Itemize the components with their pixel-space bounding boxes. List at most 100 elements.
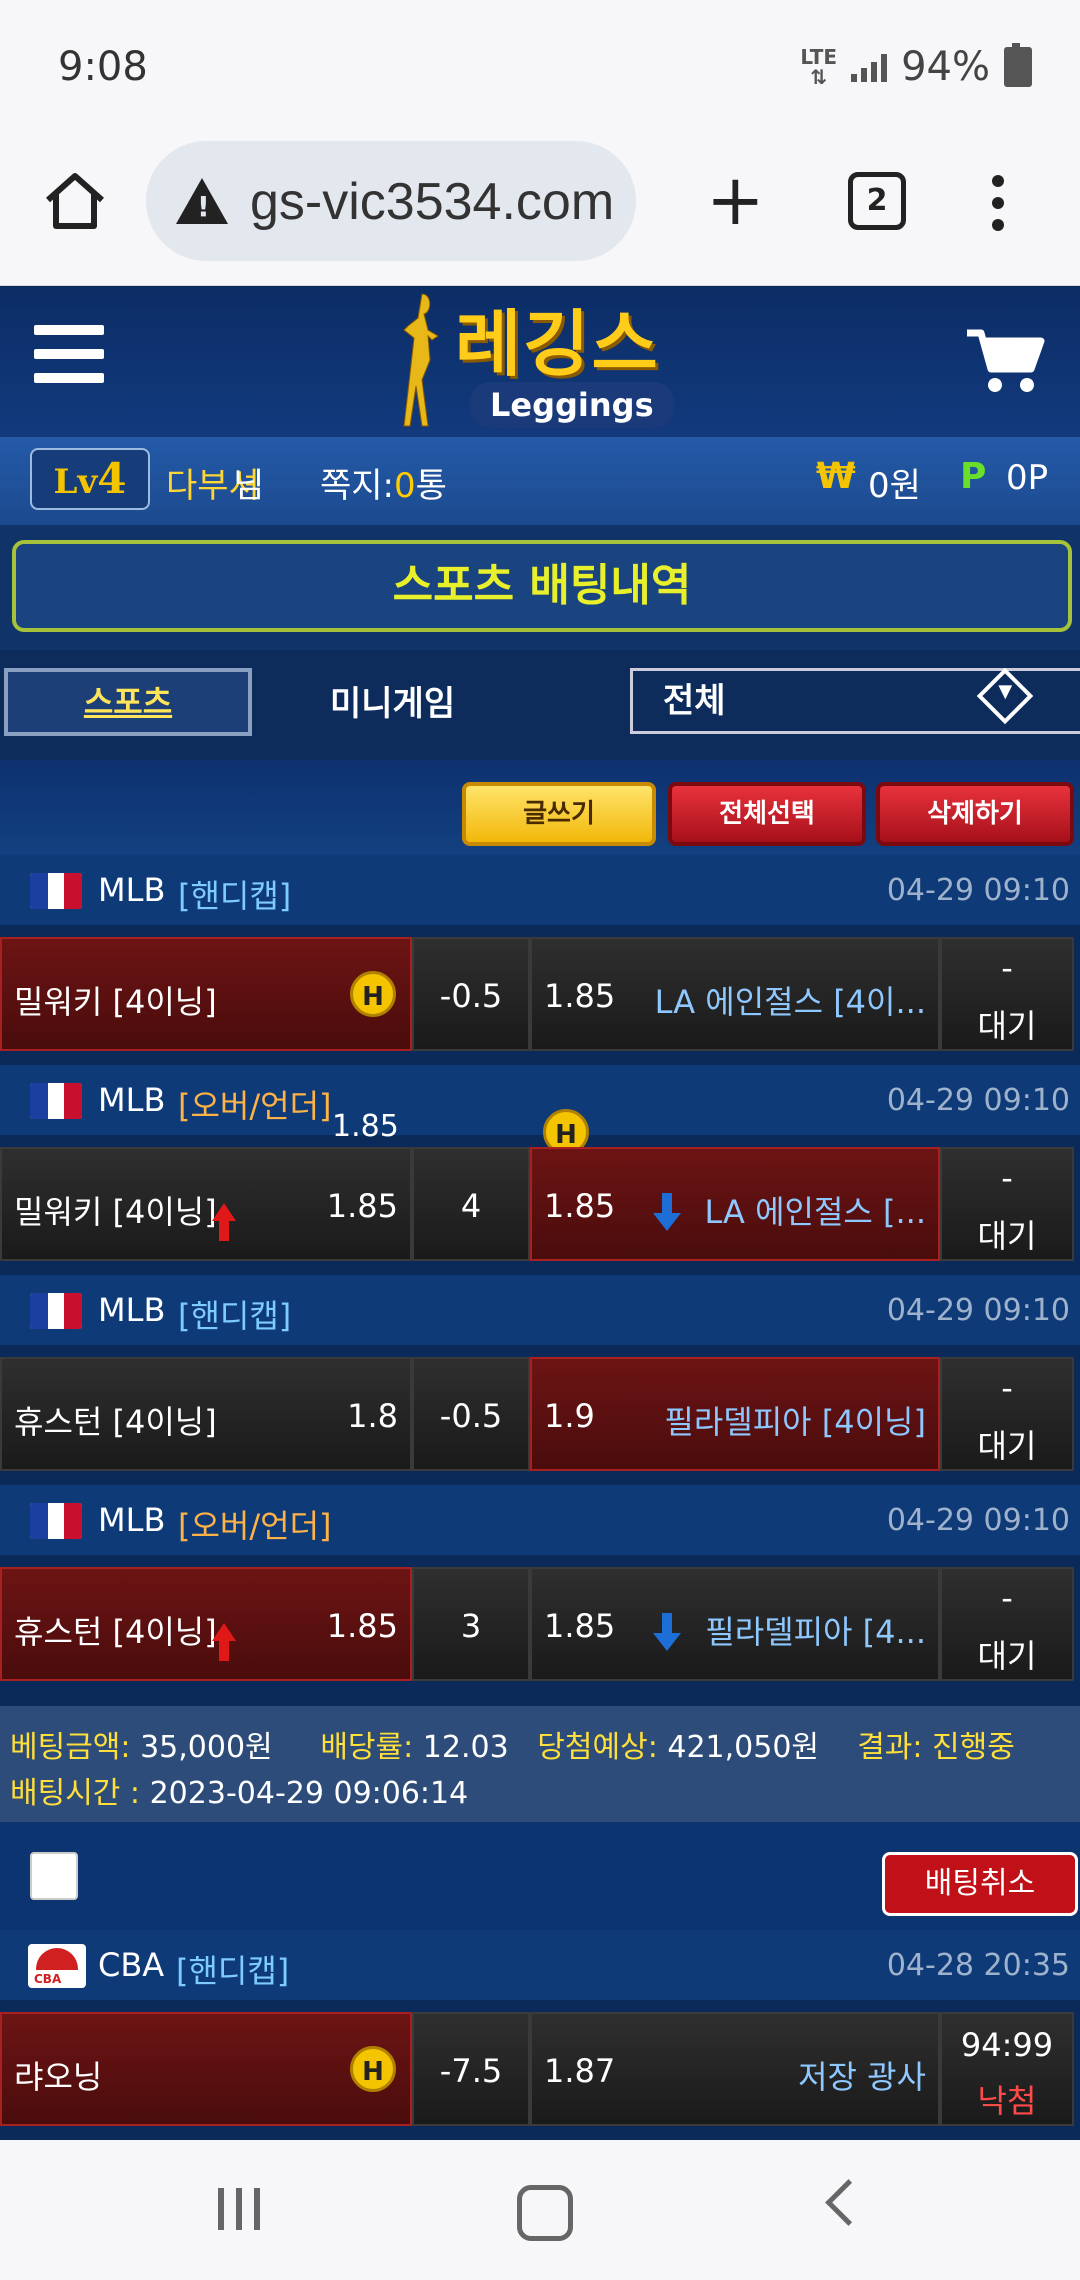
select-checkbox[interactable] (30, 1852, 78, 1900)
line-cell[interactable]: 4 (412, 1147, 530, 1261)
line-cell[interactable]: 3 (412, 1567, 530, 1681)
away-odds: 1.85 (544, 1607, 616, 1645)
status-bar: 9:08 LTE ⇅ 94% (0, 0, 1080, 135)
logo-text: 레깅스 (455, 302, 660, 386)
warning-icon[interactable]: ! (176, 178, 228, 224)
bet-type: [핸디캡] (176, 1952, 290, 1990)
cba-logo-icon: CBA (28, 1944, 86, 1988)
home-team: 밀워키 [4이닝] (14, 1193, 217, 1231)
home-odds: 1.8 (347, 1397, 398, 1435)
match-time: 04-29 09:10 (886, 1083, 1070, 1118)
league-name: MLB (98, 1081, 166, 1119)
summary-line-1: 베팅금액: 35,000원 배당률: 12.03 당첨예상: 421,050원 … (10, 1730, 1015, 1765)
user-name-suffix: 님 (233, 466, 265, 506)
tab-switcher-button[interactable]: 2 (848, 172, 906, 230)
league-name: MLB (98, 1501, 166, 1539)
bet-type: [오버/언더] (178, 1087, 332, 1125)
cart-icon[interactable] (965, 325, 1045, 395)
away-team: 저장 광사 (798, 2058, 926, 2096)
home-team: 밀워키 [4이닝] (14, 983, 217, 1021)
match-time: 04-29 09:10 (886, 873, 1070, 908)
league-name: MLB (98, 871, 166, 909)
away-team: LA 에인절스 [... (704, 1193, 926, 1231)
nav-home-icon[interactable] (517, 2185, 573, 2241)
line-cell[interactable]: -7.5 (412, 2012, 530, 2126)
tab-sports[interactable]: 스포츠 (4, 668, 252, 736)
bet-type: [오버/언더] (178, 1507, 332, 1545)
battery-icon (1004, 43, 1032, 87)
line-cell[interactable]: -0.5 (412, 1357, 530, 1471)
under-arrow-icon (653, 1185, 681, 1231)
logo-subtext: Leggings (470, 382, 674, 428)
away-team-cell[interactable]: 1.85 LA 에인절스 [4이... (530, 937, 940, 1051)
result-cell: - 대기 (940, 1567, 1074, 1681)
result-cell: 94:99 낙첨 (940, 2012, 1074, 2126)
tab-minigame[interactable]: 미니게임 (330, 676, 455, 725)
bet-type: [핸디캡] (178, 1297, 292, 1335)
url-text[interactable]: gs-vic3534.com (250, 172, 614, 232)
line-cell[interactable]: -0.5 (412, 937, 530, 1051)
cancel-bet-button[interactable]: 배팅취소 (882, 1852, 1078, 1916)
summary-line-2: 배팅시간 : 2023-04-29 09:06:14 (10, 1776, 469, 1811)
home-team-cell[interactable]: 휴스턴 [4이닝] 1.85 (0, 1567, 412, 1681)
league-name: CBA (98, 1946, 165, 1984)
money-value: 0원 (868, 466, 921, 506)
match-time: 04-29 09:10 (886, 1503, 1070, 1538)
signal-icon (851, 52, 888, 82)
point-icon: P (960, 456, 987, 497)
select-all-button[interactable]: 전체선택 (668, 782, 866, 846)
home-odds: 1.85 (326, 1607, 398, 1645)
mlb-logo-icon (30, 1083, 82, 1119)
result-cell: - 대기 (940, 1357, 1074, 1471)
more-menu-icon[interactable] (992, 175, 1004, 231)
home-team: 휴스턴 [4이닝] (14, 1403, 217, 1441)
away-team: 필라델피아 [4이닝] (664, 1403, 926, 1441)
h-badge-icon: H (350, 2046, 396, 2092)
away-odds: 1.85 (544, 1187, 616, 1225)
home-icon[interactable] (40, 170, 110, 230)
page-title: 스포츠 배팅내역 (12, 540, 1072, 632)
home-team: 휴스턴 [4이닝] (14, 1613, 217, 1651)
home-team-cell[interactable]: 랴오닝 H (0, 2012, 412, 2126)
menu-icon[interactable] (34, 325, 104, 383)
new-tab-icon[interactable]: + (706, 165, 765, 235)
home-team-cell[interactable]: 휴스턴 [4이닝] 1.8 (0, 1357, 412, 1471)
away-team: 필라델피아 [4... (705, 1613, 926, 1651)
battery-text: 94% (901, 44, 990, 90)
away-team-cell[interactable]: 1.9 필라델피아 [4이닝] (530, 1357, 940, 1471)
away-odds: 1.85 (544, 977, 616, 1015)
result-cell: - 대기 (940, 1147, 1074, 1261)
away-team-cell[interactable]: 1.85 필라델피아 [4... (530, 1567, 940, 1681)
level-badge: Lv4 (30, 448, 150, 510)
status-time: 9:08 (58, 44, 148, 90)
logo-figure-icon (403, 293, 439, 427)
over-arrow-icon (212, 1611, 236, 1661)
league-name: MLB (98, 1291, 166, 1329)
match-time: 04-28 20:35 (886, 1948, 1070, 1983)
away-odds: 1.9 (544, 1397, 595, 1435)
away-team-cell[interactable]: 1.87 저장 광사 (530, 2012, 940, 2126)
point-value: 0P (1006, 458, 1049, 498)
lte-icon: LTE ⇅ (800, 45, 838, 89)
h-badge-icon: H (350, 971, 396, 1017)
over-arrow-icon (212, 1191, 236, 1241)
extra-odds: 1.85 (332, 1109, 399, 1144)
mlb-logo-icon (30, 873, 82, 909)
write-button[interactable]: 글쓰기 (462, 782, 656, 846)
recent-apps-icon[interactable] (218, 2188, 260, 2230)
status-icons: LTE ⇅ 94% (800, 43, 1032, 90)
result-cell: - 대기 (940, 937, 1074, 1051)
home-odds: 1.85 (326, 1187, 398, 1225)
match-time: 04-29 09:10 (886, 1293, 1070, 1328)
message-count[interactable]: 쪽지:0통 (320, 458, 447, 507)
delete-button[interactable]: 삭제하기 (876, 782, 1074, 846)
mlb-logo-icon (30, 1293, 82, 1329)
home-team-cell[interactable]: 밀워키 [4이닝] H (0, 937, 412, 1051)
home-team: 랴오닝 (14, 2058, 103, 2096)
won-icon: ₩ (816, 456, 856, 497)
home-team-cell[interactable]: 밀워키 [4이닝] 1.85 (0, 1147, 412, 1261)
away-team-cell[interactable]: 1.85 LA 에인절스 [... (530, 1147, 940, 1261)
mlb-logo-icon (30, 1503, 82, 1539)
under-arrow-icon (653, 1605, 681, 1651)
bet-type: [핸디캡] (178, 877, 292, 915)
